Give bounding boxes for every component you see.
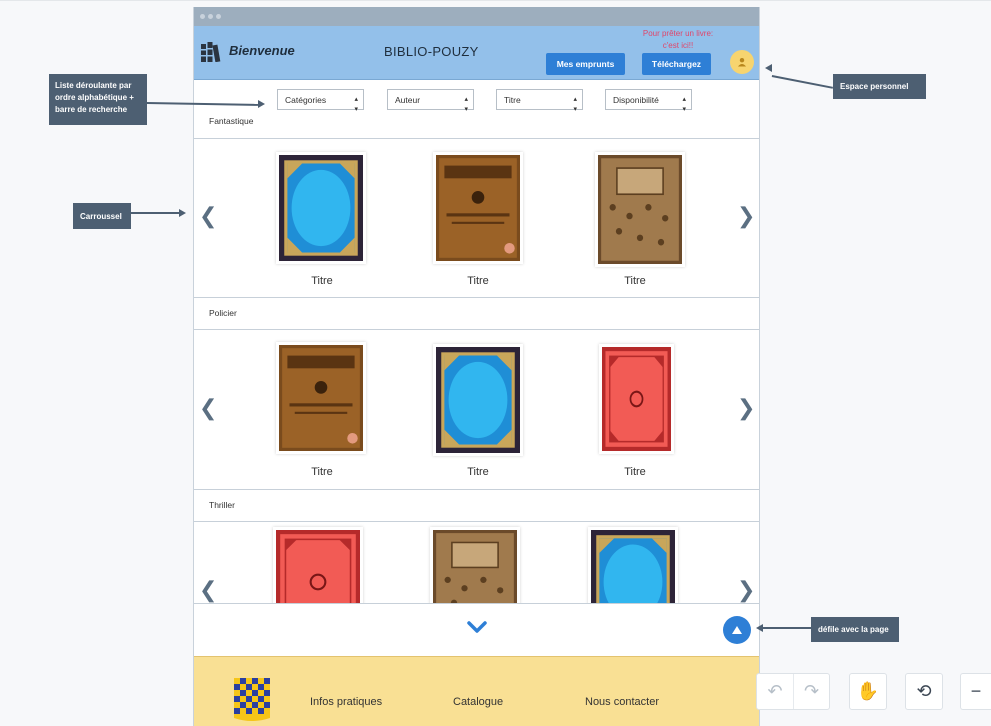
annotation-dropdown: Liste déroulante par ordre alphabétique … xyxy=(49,74,147,125)
chevron-right-icon[interactable]: ❯ xyxy=(737,398,755,420)
top-divider xyxy=(0,0,991,1)
book-title[interactable]: Titre xyxy=(590,466,680,478)
book-cover[interactable] xyxy=(276,342,366,454)
availability-select-label: Disponibilité xyxy=(613,94,659,105)
history-toolbar: ⟲ xyxy=(905,673,943,710)
chevron-left-icon[interactable]: ❮ xyxy=(199,398,217,420)
blue-ornate-cover-art xyxy=(436,347,520,453)
carousel-fantastique: ❮ ❯ Titre Titre Titre xyxy=(194,138,759,298)
hand-icon[interactable]: ✋ xyxy=(850,674,886,709)
footer-link-infos[interactable]: Infos pratiques xyxy=(310,696,382,708)
book-cover[interactable] xyxy=(273,527,363,611)
section-label-policier: Policier xyxy=(209,308,237,318)
book-title[interactable]: Titre xyxy=(590,275,680,287)
chevron-left-icon[interactable]: ❮ xyxy=(199,206,217,228)
book-cover[interactable] xyxy=(595,152,685,267)
annotation-carousel: Carroussel xyxy=(73,203,131,229)
book-title[interactable]: Titre xyxy=(433,275,523,287)
footer-link-catalogue[interactable]: Catalogue xyxy=(453,696,503,708)
site-header: Bienvenue BIBLIO-POUZY Pour prêter un li… xyxy=(194,26,759,80)
annotation-connector xyxy=(763,627,811,629)
chevron-right-icon[interactable]: ❯ xyxy=(737,206,755,228)
author-select[interactable]: Auteur ▴ ▾ xyxy=(387,89,474,113)
undo-redo-toolbar: ↶ ↷ xyxy=(756,673,830,710)
categories-select-label: Catégories xyxy=(285,94,327,105)
site-title: BIBLIO-POUZY xyxy=(384,44,479,59)
section-label-fantastique: Fantastique xyxy=(209,116,254,126)
window-dot xyxy=(216,14,221,19)
redo-icon[interactable]: ↷ xyxy=(793,674,829,709)
books-icon[interactable] xyxy=(201,42,223,62)
title-select[interactable]: Titre ▴ ▾ xyxy=(496,89,583,113)
author-select-label: Auteur xyxy=(395,94,421,105)
title-select-label: Titre xyxy=(504,94,521,105)
availability-select[interactable]: Disponibilité ▴ ▾ xyxy=(605,89,692,113)
promo-text: Pour prêter un livre: c'est ici!! xyxy=(642,29,714,50)
arrow-head-icon xyxy=(756,624,763,632)
chevron-left-icon[interactable]: ❮ xyxy=(199,580,217,602)
zoom-toolbar: − xyxy=(960,673,991,710)
welcome-text: Bienvenue xyxy=(229,43,295,58)
select-caret-icon: ▴ ▾ xyxy=(464,96,468,113)
minus-icon[interactable]: − xyxy=(961,674,991,709)
window-dot xyxy=(200,14,205,19)
carousel-policier: ❮ ❯ Titre Titre Titre xyxy=(194,329,759,490)
annotation-connector xyxy=(771,75,834,89)
book-cover[interactable] xyxy=(433,152,523,264)
user-icon xyxy=(738,58,746,67)
categories-select[interactable]: Catégories ▴ ▾ xyxy=(277,89,364,113)
app-frame: Bienvenue BIBLIO-POUZY Pour prêter un li… xyxy=(193,7,760,726)
book-cover[interactable] xyxy=(276,152,366,264)
blue-ornate-cover-art xyxy=(279,155,363,261)
my-loans-button[interactable]: Mes emprunts xyxy=(546,53,625,75)
scroll-bar xyxy=(194,603,759,656)
annotation-personal-space: Espace personnel xyxy=(833,74,926,99)
filter-bar: Catégories ▴ ▾ Auteur ▴ ▾ Titre ▴ ▾ Disponi… xyxy=(194,89,759,113)
select-caret-icon: ▴ ▾ xyxy=(682,96,686,113)
section-label-thriller: Thriller xyxy=(209,500,235,510)
avatar[interactable] xyxy=(730,50,754,74)
annotation-scroll: défile avec la page xyxy=(811,617,899,642)
window-dot xyxy=(208,14,213,19)
annotation-connector xyxy=(131,212,179,214)
select-caret-icon: ▴ ▾ xyxy=(573,96,577,113)
red-ornate-cover-art xyxy=(602,347,671,451)
book-title[interactable]: Titre xyxy=(433,466,523,478)
scroll-top-button[interactable] xyxy=(723,616,751,644)
arrow-head-icon xyxy=(179,209,186,217)
book-title[interactable]: Titre xyxy=(277,466,367,478)
red-ornate-cover-art xyxy=(276,530,360,611)
footer-link-contact[interactable]: Nous contacter xyxy=(585,696,659,708)
carousel-thriller: ❮ ❯ xyxy=(194,521,759,611)
window-titlebar xyxy=(194,7,759,26)
select-caret-icon: ▴ ▾ xyxy=(354,96,358,113)
site-footer: Infos pratiques Catalogue Nous contacter xyxy=(194,656,759,726)
book-cover[interactable] xyxy=(430,527,520,611)
book-title[interactable]: Titre xyxy=(277,275,367,287)
tan-patterned-cover-art xyxy=(598,155,682,264)
journal-brown-cover-art xyxy=(279,345,363,451)
coat-of-arms-logo xyxy=(234,678,270,721)
tan-patterned-cover-art xyxy=(433,530,517,611)
arrow-head-icon xyxy=(765,64,772,72)
blue-ornate-cover-art xyxy=(591,530,675,611)
journal-brown-cover-art xyxy=(436,155,520,261)
arrow-head-icon xyxy=(258,100,265,108)
pan-toolbar: ✋ xyxy=(849,673,887,710)
book-cover[interactable] xyxy=(588,527,678,611)
arrow-up-icon xyxy=(732,626,742,634)
book-cover[interactable] xyxy=(433,344,523,456)
chevron-right-icon[interactable]: ❯ xyxy=(737,580,755,602)
download-button[interactable]: Téléchargez xyxy=(642,53,711,75)
undo-icon[interactable]: ↶ xyxy=(757,674,793,709)
history-icon[interactable]: ⟲ xyxy=(906,674,942,709)
book-cover[interactable] xyxy=(599,344,674,454)
chevron-down-icon[interactable] xyxy=(467,621,487,633)
